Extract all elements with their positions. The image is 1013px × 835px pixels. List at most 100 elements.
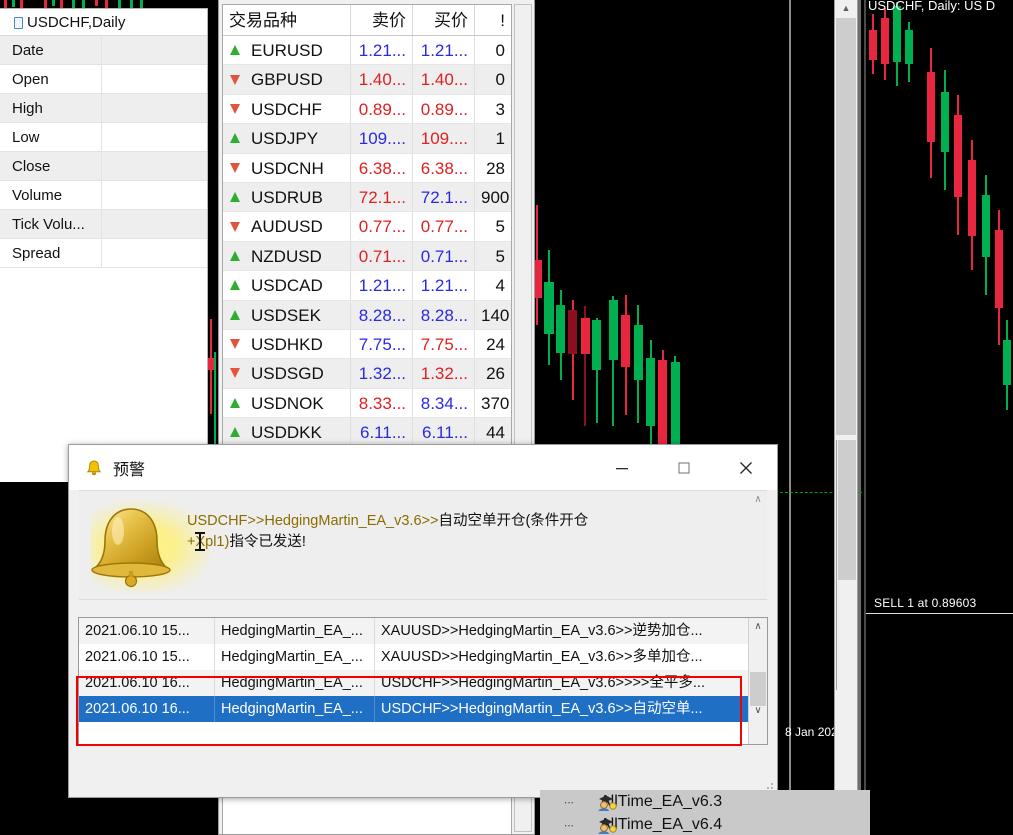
- app-root: USDCHF, Daily: US D SELL 1 at 0.89603 8 …: [0, 0, 1013, 835]
- bid-price-cell: 109....: [351, 124, 413, 153]
- symbol-label: USDDKK: [251, 423, 322, 443]
- bid-price-cell: 8.33...: [351, 388, 413, 418]
- data-window-value: [102, 123, 207, 151]
- symbol-cell[interactable]: USDNOK: [223, 388, 351, 418]
- arrow-up-icon: [230, 45, 240, 56]
- market-watch-row[interactable]: USDHKD 7.75... 7.75... 24: [223, 329, 511, 360]
- table-row[interactable]: 2021.06.10 15... HedgingMartin_EA_... XAUU…: [79, 644, 767, 670]
- arrow-down-icon: [230, 103, 240, 114]
- alert-history-list[interactable]: 2021.06.10 15... HedgingMartin_EA_... XAUU…: [78, 617, 768, 745]
- symbol-cell[interactable]: USDCAD: [223, 271, 351, 300]
- market-watch-row[interactable]: USDCNH 6.38... 6.38... 28: [223, 153, 511, 183]
- symbol-cell[interactable]: USDJPY: [223, 124, 351, 153]
- close-button[interactable]: [715, 445, 777, 490]
- data-window-value: [102, 94, 207, 122]
- bid-price-cell: 1.40...: [351, 65, 413, 94]
- column-header-symbol[interactable]: 交易品种: [223, 5, 351, 35]
- data-window-row: Tick Volu...: [0, 210, 207, 239]
- column-header-bid[interactable]: 卖价: [351, 5, 413, 35]
- table-row[interactable]: 2021.06.10 16... HedgingMartin_EA_... USDC…: [79, 670, 767, 696]
- ask-price-cell: 0.71...: [413, 241, 475, 271]
- scroll-up-arrow-icon[interactable]: ▲: [835, 0, 857, 17]
- arrow-up-icon: [230, 427, 240, 438]
- symbol-cell[interactable]: GBPUSD: [223, 65, 351, 94]
- alert-history-scrollbar[interactable]: ∧ ∨: [748, 618, 767, 744]
- symbol-cell[interactable]: EURUSD: [223, 36, 351, 65]
- alert-bell-illustration: [79, 491, 211, 601]
- market-watch-row[interactable]: NZDUSD 0.71... 0.71... 5: [223, 241, 511, 272]
- arrow-down-icon: [230, 221, 240, 232]
- spread-cell: 26: [486, 364, 505, 384]
- table-row[interactable]: 2021.06.10 15... HedgingMartin_EA_... XAUU…: [79, 618, 767, 644]
- arrow-up-icon: [230, 133, 240, 144]
- data-window-value: [102, 181, 207, 209]
- tree-connector: ∙∙∙: [564, 817, 575, 832]
- symbol-cell[interactable]: USDSEK: [223, 300, 351, 329]
- list-scroll-up-icon[interactable]: ∧: [749, 618, 767, 636]
- arrow-up-icon: [230, 397, 240, 408]
- arrow-down-icon: [230, 162, 240, 173]
- arrow-up-icon: [230, 250, 240, 261]
- right-pane-vertical-scrollbar[interactable]: [836, 440, 858, 690]
- market-watch-row-container: EURUSD 1.21... 1.21... 0 GBPUSD 1.40... 1.40..…: [223, 36, 511, 507]
- data-window-value: [102, 152, 207, 180]
- symbol-cell[interactable]: USDCHF: [223, 94, 351, 124]
- alert-message-prefix: USDCHF>>HedgingMartin_EA_v3.6>>: [187, 513, 439, 529]
- list-scroll-down-icon[interactable]: ∨: [749, 702, 767, 720]
- data-window-key: Low: [0, 123, 102, 151]
- expert-advisor-icon: [596, 816, 618, 834]
- list-item[interactable]: ∙∙∙ AllTime_EA_v6.3: [540, 790, 870, 813]
- symbol-cell[interactable]: AUDUSD: [223, 212, 351, 241]
- spread-cell: 3: [495, 99, 505, 119]
- alert-dialog-titlebar[interactable]: 预警: [69, 445, 777, 490]
- data-window-key: Volume: [0, 181, 102, 209]
- list-item[interactable]: ∙∙∙ AllTime_EA_v6.4: [540, 813, 870, 835]
- bell-icon: [85, 459, 103, 477]
- market-watch-row[interactable]: USDRUB 72.1... 72.1... 900: [223, 182, 511, 213]
- spread-cell: 28: [486, 158, 505, 178]
- minimize-button[interactable]: [591, 445, 653, 490]
- bid-price-cell: 8.28...: [351, 300, 413, 329]
- ask-price-cell: 72.1...: [413, 182, 475, 212]
- symbol-cell[interactable]: USDCNH: [223, 153, 351, 182]
- spread-cell: 1: [495, 129, 505, 149]
- market-watch-row[interactable]: AUDUSD 0.77... 0.77... 5: [223, 212, 511, 242]
- sell-order-label: SELL 1 at 0.89603: [874, 596, 977, 610]
- market-watch-row[interactable]: USDSGD 1.32... 1.32... 26: [223, 359, 511, 389]
- symbol-label: USDCNH: [251, 158, 324, 178]
- message-scroll-up-icon[interactable]: ∧: [749, 491, 767, 509]
- symbol-label: USDJPY: [251, 129, 319, 149]
- symbol-cell[interactable]: NZDUSD: [223, 241, 351, 271]
- market-watch-row[interactable]: USDCHF 0.89... 0.89... 3: [223, 94, 511, 125]
- market-watch-row[interactable]: USDSEK 8.28... 8.28... 140: [223, 300, 511, 330]
- column-header-spread[interactable]: !: [475, 5, 511, 35]
- data-window-row: Open: [0, 65, 207, 94]
- navigator-item-label: AllTime_EA_v6.4: [600, 815, 723, 833]
- chart-scroll-thumb[interactable]: [836, 18, 856, 435]
- column-header-ask[interactable]: 买价: [413, 5, 475, 35]
- symbol-cell[interactable]: USDRUB: [223, 182, 351, 212]
- alert-message-text: USDCHF>>HedgingMartin_EA_v3.6>>自动空单开仓(条件…: [187, 511, 588, 553]
- tree-connector: ∙∙∙: [564, 794, 575, 809]
- spread-cell: 140: [481, 305, 510, 325]
- market-watch-row[interactable]: USDJPY 109.... 109.... 1: [223, 124, 511, 154]
- ask-price-cell: 1.21...: [413, 36, 475, 65]
- alert-message-scrollbar[interactable]: ∧: [749, 491, 767, 599]
- maximize-button[interactable]: [653, 445, 715, 490]
- data-window-key: Date: [0, 36, 102, 64]
- alert-message-area: USDCHF>>HedgingMartin_EA_v3.6>>自动空单开仓(条件…: [79, 490, 767, 600]
- window-controls: [591, 445, 777, 490]
- symbol-cell[interactable]: USDDKK: [223, 418, 351, 447]
- list-scroll-thumb[interactable]: [750, 672, 766, 706]
- table-row[interactable]: 2021.06.10 16... HedgingMartin_EA_... USDC…: [79, 696, 767, 722]
- symbol-label: USDHKD: [251, 334, 323, 354]
- alert-source-cell: HedgingMartin_EA_...: [215, 670, 375, 696]
- market-watch-row[interactable]: USDCAD 1.21... 1.21... 4: [223, 271, 511, 301]
- right-pane-scroll-thumb[interactable]: [838, 440, 856, 580]
- market-watch-row[interactable]: USDNOK 8.33... 8.34... 370: [223, 388, 511, 419]
- market-watch-row[interactable]: EURUSD 1.21... 1.21... 0: [223, 36, 511, 66]
- symbol-label: USDSEK: [251, 305, 321, 325]
- symbol-cell[interactable]: USDSGD: [223, 359, 351, 388]
- symbol-cell[interactable]: USDHKD: [223, 329, 351, 359]
- market-watch-row[interactable]: GBPUSD 1.40... 1.40... 0: [223, 65, 511, 95]
